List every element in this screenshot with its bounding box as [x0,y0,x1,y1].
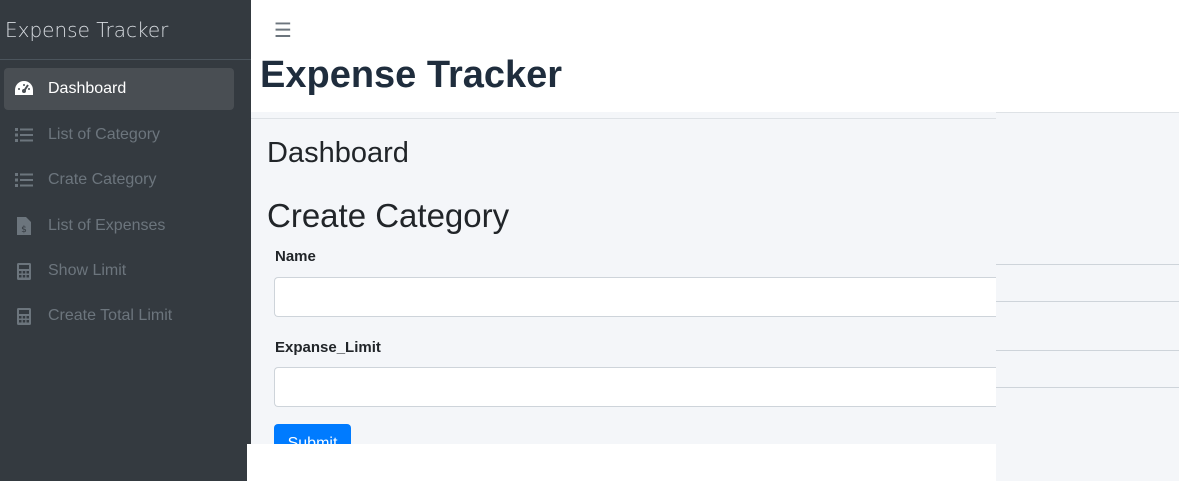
submit-button[interactable]: Submit [274,424,351,444]
header-divider-right [996,112,1179,113]
name-label: Name [275,248,316,265]
expanse-limit-input-extension [996,350,1179,388]
breadcrumb-title: Dashboard [267,137,409,169]
hamburger-menu-icon[interactable]: ☰ [274,18,292,43]
file-invoice-icon: $ [14,216,34,236]
expanse-limit-label: Expanse_Limit [275,339,381,356]
sidebar-item-label: List of Category [48,126,161,143]
name-input-extension [996,264,1179,302]
dashboard-gauge-icon [14,79,34,99]
brand-title: Expense Tracker [5,18,169,42]
calculator-icon [14,261,34,281]
sidebar-item-label: Dashboard [48,80,127,97]
footer-area [247,444,996,481]
sidebar-item-dashboard[interactable]: Dashboard [4,68,234,110]
calculator-icon [14,306,34,326]
sidebar-item-list-of-category[interactable]: List of Category [4,114,234,156]
brand-link[interactable]: Expense Tracker [0,0,251,60]
app-title: Expense Tracker [260,54,563,96]
sidebar-item-label: Show Limit [48,262,127,279]
list-icon [14,125,34,145]
expanse-limit-input[interactable] [274,367,996,407]
sidebar-item-label: Crate Category [48,171,157,188]
sidebar-item-label: List of Expenses [48,217,166,234]
sidebar-item-crate-category[interactable]: Crate Category [4,159,234,201]
sidebar-item-list-of-expenses[interactable]: $ List of Expenses [4,205,234,247]
sidebar-item-show-limit[interactable]: Show Limit [4,250,234,292]
list-icon [14,170,34,190]
name-input[interactable] [274,277,996,317]
svg-text:$: $ [21,225,27,235]
header-divider [251,118,996,119]
sidebar-item-create-total-limit[interactable]: Create Total Limit [4,295,234,337]
sidebar: Expense Tracker Dashboard List of Catego… [0,0,251,481]
sidebar-item-label: Create Total Limit [48,307,173,324]
page-title: Create Category [267,197,510,234]
